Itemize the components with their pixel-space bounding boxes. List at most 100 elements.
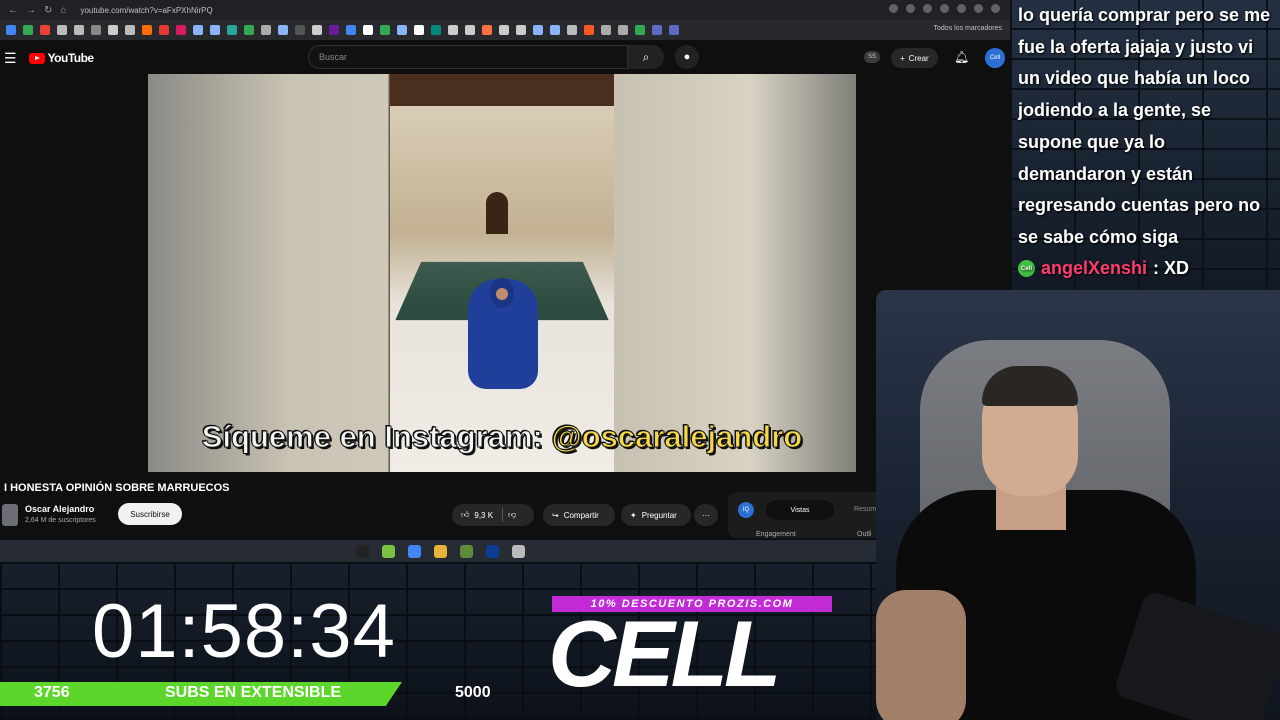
like-button[interactable]: 👍︎ 9,3 K 👎︎	[452, 504, 534, 526]
microphone-icon[interactable]: ●	[675, 45, 699, 69]
bookmark-icon[interactable]	[23, 25, 33, 35]
bookmark-icon[interactable]	[210, 25, 220, 35]
ask-button[interactable]: ✦ Preguntar	[621, 504, 691, 526]
tab-resumen[interactable]: Resum	[854, 506, 876, 513]
bookmark-icon[interactable]	[431, 25, 441, 35]
bookmark-icon[interactable]	[74, 25, 84, 35]
back-icon[interactable]: ←	[8, 5, 18, 16]
bookmark-icon[interactable]	[499, 25, 509, 35]
extension-icon[interactable]	[940, 4, 949, 13]
channel-name[interactable]: Oscar Alejandro	[25, 504, 94, 514]
bookmark-icon[interactable]	[635, 25, 645, 35]
taskbar-app-icon[interactable]	[459, 544, 473, 558]
extension-icon[interactable]	[974, 4, 983, 13]
chat-badge-icon: Cell	[1018, 260, 1035, 277]
thumbs-down-icon[interactable]: 👎︎	[508, 510, 516, 520]
video-player[interactable]: Síqueme en Instagram: @oscaralejandro	[148, 74, 856, 472]
bookmark-icon[interactable]	[142, 25, 152, 35]
share-label: Compartir	[563, 510, 599, 520]
extension-icon[interactable]	[923, 4, 932, 13]
more-actions-button[interactable]: ···	[694, 504, 718, 526]
bookmark-icon[interactable]	[312, 25, 322, 35]
subs-current: 3756	[34, 684, 70, 701]
url-field[interactable]: youtube.com/watch?v=aFxPXhNirPQ	[80, 6, 212, 15]
bookmark-icon[interactable]	[363, 25, 373, 35]
extension-icon[interactable]	[957, 4, 966, 13]
youtube-header: ☰ YouTube Buscar ⌕ ● SS + Crear 🔔︎ Cell	[0, 40, 1010, 76]
bookmark-icon[interactable]	[482, 25, 492, 35]
bookmark-icon[interactable]	[261, 25, 271, 35]
taskbar-app-icon[interactable]	[433, 544, 447, 558]
bookmark-icon[interactable]	[193, 25, 203, 35]
bookmark-icon[interactable]	[176, 25, 186, 35]
bookmark-icon[interactable]	[295, 25, 305, 35]
forward-icon[interactable]: →	[26, 5, 36, 16]
stream-screen: ← → ↻ ⌂ youtube.com/watch?v=aFxPXhNirPQ …	[0, 0, 1280, 720]
taskbar-app-icon[interactable]	[355, 544, 369, 558]
search-icon[interactable]: ⌕	[628, 45, 664, 69]
reload-icon[interactable]: ↻	[44, 5, 52, 16]
bookmark-icon[interactable]	[108, 25, 118, 35]
bookmark-icon[interactable]	[125, 25, 135, 35]
menu-icon[interactable]: ☰	[4, 50, 17, 67]
bookmark-icon[interactable]	[618, 25, 628, 35]
taskbar-app-icon[interactable]	[381, 544, 395, 558]
subs-label: SUBS EN EXTENSIBLE	[165, 684, 342, 701]
bookmark-icon[interactable]	[227, 25, 237, 35]
bookmark-icon[interactable]	[584, 25, 594, 35]
search-input[interactable]: Buscar	[308, 45, 628, 69]
bookmark-icon[interactable]	[448, 25, 458, 35]
browser-window: ← → ↻ ⌂ youtube.com/watch?v=aFxPXhNirPQ …	[0, 0, 1010, 538]
account-avatar[interactable]: Cell	[985, 48, 1005, 68]
tab-vistas[interactable]: Vistas	[766, 500, 834, 520]
bookmark-icon[interactable]	[6, 25, 16, 35]
profile-icon[interactable]	[991, 4, 1000, 13]
notifications-bell-icon[interactable]: 🔔︎	[954, 50, 969, 64]
taskbar-app-icon[interactable]	[407, 544, 421, 558]
bookmark-icon[interactable]	[669, 25, 679, 35]
bookmark-icon[interactable]	[567, 25, 577, 35]
channel-subscribers: 2,64 M de suscriptores	[25, 517, 96, 524]
bookmark-icon[interactable]	[57, 25, 67, 35]
iq-badge[interactable]: IQ	[738, 502, 754, 518]
bookmark-icon[interactable]	[40, 25, 50, 35]
bookmark-icon[interactable]	[516, 25, 526, 35]
extension-icon[interactable]	[906, 4, 915, 13]
bookmark-icon[interactable]	[329, 25, 339, 35]
caption-handle: @oscaralejandro	[551, 419, 803, 455]
bookmark-icon[interactable]	[652, 25, 662, 35]
bookmark-icon[interactable]	[244, 25, 254, 35]
ss-badge[interactable]: SS	[864, 51, 881, 63]
taskbar-app-icon[interactable]	[511, 544, 525, 558]
webcam-feed	[876, 290, 1280, 720]
bookmark-icon[interactable]	[414, 25, 424, 35]
bookmark-icon[interactable]	[397, 25, 407, 35]
thumbs-up-icon: 👍︎	[461, 510, 470, 519]
all-bookmarks-link[interactable]: Todos los marcadores	[934, 25, 1002, 32]
youtube-logo-text: YouTube	[47, 51, 95, 65]
taskbar-app-icon[interactable]	[485, 544, 499, 558]
youtube-logo[interactable]: YouTube	[28, 51, 95, 65]
channel-avatar[interactable]	[2, 504, 18, 526]
share-button[interactable]: ↪ Compartir	[543, 504, 615, 526]
bookmark-icon[interactable]	[380, 25, 390, 35]
bookmark-icon[interactable]	[346, 25, 356, 35]
extension-icon[interactable]	[889, 4, 898, 13]
sparkle-icon: ✦	[630, 510, 637, 520]
create-button[interactable]: + Crear	[891, 48, 938, 68]
bookmark-icon[interactable]	[159, 25, 169, 35]
bookmark-icon[interactable]	[465, 25, 475, 35]
home-icon[interactable]: ⌂	[60, 5, 66, 16]
bookmark-icon[interactable]	[550, 25, 560, 35]
bookmark-icon[interactable]	[91, 25, 101, 35]
divider	[502, 508, 504, 522]
bookmark-icon[interactable]	[278, 25, 288, 35]
like-count: 9,3 K	[474, 510, 494, 520]
video-frame-courtyard	[390, 74, 614, 472]
subscribe-button[interactable]: Suscribirse	[118, 503, 182, 525]
caption-prefix: Síqueme en Instagram:	[201, 419, 543, 455]
bookmark-icon[interactable]	[533, 25, 543, 35]
address-bar-row: ← → ↻ ⌂ youtube.com/watch?v=aFxPXhNirPQ	[0, 0, 1010, 20]
streamer-arm	[876, 590, 966, 720]
bookmark-icon[interactable]	[601, 25, 611, 35]
